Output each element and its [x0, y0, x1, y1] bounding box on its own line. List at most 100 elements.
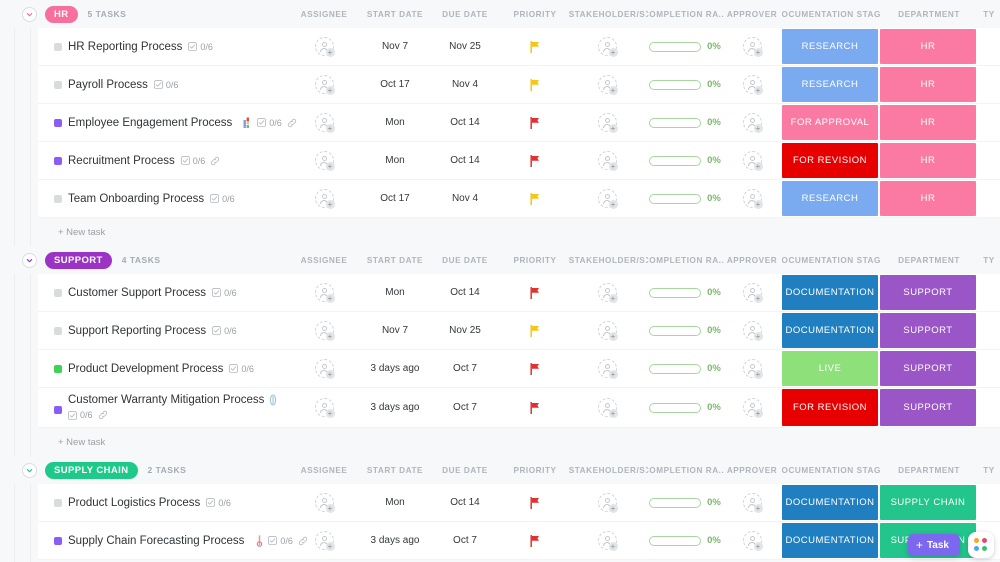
priority-flag-icon[interactable]	[529, 534, 541, 547]
avatar-add-icon[interactable]: +	[753, 200, 763, 209]
progress-bar[interactable]	[649, 325, 702, 336]
avatar-add-icon[interactable]: +	[608, 332, 618, 341]
approver-avatar[interactable]: +	[742, 398, 763, 418]
column-header-stakeholders[interactable]: STAKEHOLDER/S	[568, 246, 646, 274]
progress-bar[interactable]	[649, 41, 702, 52]
column-header-department[interactable]: DEPARTMENT	[880, 456, 978, 484]
progress-bar[interactable]	[649, 155, 702, 166]
approver-avatar[interactable]: +	[742, 113, 763, 133]
assignee-cell[interactable]: +	[290, 350, 358, 387]
table-row[interactable]: Recruitment Process 0/6 + Mon Oct 14 +0% + FOR …	[38, 142, 1000, 180]
column-header-due_date[interactable]: DUE DATE	[430, 0, 500, 28]
stakeholders-cell[interactable]: +	[568, 274, 646, 311]
column-header-completion[interactable]: COMPLETION RA...	[646, 246, 724, 274]
avatar-add-icon[interactable]: +	[608, 124, 618, 133]
avatar-add-icon[interactable]: +	[325, 162, 335, 171]
approver-cell[interactable]: +	[722, 180, 782, 217]
column-header-approver[interactable]: APPROVER	[722, 0, 782, 28]
column-header-stakeholders[interactable]: STAKEHOLDER/S	[568, 0, 646, 28]
task-title[interactable]: Product Development Process	[68, 363, 223, 375]
approver-cell[interactable]: +	[722, 28, 782, 65]
column-header-type[interactable]: TY	[978, 0, 1000, 28]
stakeholders-cell[interactable]: +	[568, 180, 646, 217]
task-status-square[interactable]	[54, 42, 62, 51]
stakeholder-avatar[interactable]: +	[597, 151, 618, 171]
column-header-doc_stage[interactable]: DOCUMENTATION STAGE	[782, 456, 880, 484]
group-name-badge[interactable]: HR	[45, 5, 78, 23]
stakeholder-avatar[interactable]: +	[597, 189, 618, 209]
priority-cell[interactable]	[502, 522, 568, 559]
assignee-cell[interactable]: +	[290, 522, 358, 559]
table-row[interactable]: Payroll Process 0/6 + Oct 17 Nov 4 +0% + RESEAR…	[38, 66, 1000, 104]
task-status-square[interactable]	[54, 118, 62, 127]
priority-cell[interactable]	[502, 28, 568, 65]
due-date-cell[interactable]: Oct 7	[430, 388, 500, 427]
priority-flag-icon[interactable]	[529, 401, 541, 414]
add-task-fab[interactable]: + Task	[907, 534, 960, 556]
priority-cell[interactable]	[502, 104, 568, 141]
stakeholder-avatar[interactable]: +	[597, 37, 618, 57]
stakeholders-cell[interactable]: +	[568, 312, 646, 349]
avatar-add-icon[interactable]: +	[325, 542, 335, 551]
due-date-cell[interactable]: Oct 14	[430, 142, 500, 179]
stakeholder-avatar[interactable]: +	[597, 75, 618, 95]
completion-rate-cell[interactable]: 0%	[646, 350, 724, 387]
progress-bar[interactable]	[649, 402, 702, 413]
progress-bar[interactable]	[649, 363, 702, 374]
approver-avatar[interactable]: +	[742, 151, 763, 171]
due-date-cell[interactable]: Nov 25	[430, 28, 500, 65]
column-header-start_date[interactable]: START DATE	[360, 246, 430, 274]
avatar-add-icon[interactable]: +	[325, 86, 335, 95]
task-title[interactable]: HR Reporting Process	[68, 41, 182, 53]
avatar-add-icon[interactable]: +	[325, 409, 335, 418]
assignee-cell[interactable]: +	[290, 104, 358, 141]
avatar-add-icon[interactable]: +	[753, 294, 763, 303]
apps-grid-icon[interactable]	[968, 532, 994, 558]
assignee-avatar[interactable]: +	[314, 321, 335, 341]
progress-bar[interactable]	[649, 535, 702, 546]
avatar-add-icon[interactable]: +	[753, 332, 763, 341]
column-header-due_date[interactable]: DUE DATE	[430, 456, 500, 484]
avatar-add-icon[interactable]: +	[325, 294, 335, 303]
stakeholders-cell[interactable]: +	[568, 142, 646, 179]
assignee-avatar[interactable]: +	[314, 531, 335, 551]
priority-cell[interactable]	[502, 142, 568, 179]
avatar-add-icon[interactable]: +	[325, 200, 335, 209]
documentation-stage-cell[interactable]: DOCUMENTATION	[782, 275, 878, 310]
table-row[interactable]: Supply Chain Forecasting Process 0/6 +3 da…	[38, 522, 1000, 560]
avatar-add-icon[interactable]: +	[325, 504, 335, 513]
assignee-cell[interactable]: +	[290, 312, 358, 349]
avatar-add-icon[interactable]: +	[608, 294, 618, 303]
task-title[interactable]: Payroll Process	[68, 79, 148, 91]
documentation-stage-cell[interactable]: RESEARCH	[782, 29, 878, 64]
progress-bar[interactable]	[649, 79, 702, 90]
task-status-square[interactable]	[54, 194, 62, 203]
column-header-priority[interactable]: PRIORITY	[502, 456, 568, 484]
avatar-add-icon[interactable]: +	[608, 504, 618, 513]
assignee-cell[interactable]: +	[290, 388, 358, 427]
completion-rate-cell[interactable]: 0%	[646, 66, 724, 103]
table-row[interactable]: Customer Support Process 0/6 + Mon Oct 14 +0%…	[38, 274, 1000, 312]
avatar-add-icon[interactable]: +	[608, 409, 618, 418]
avatar-add-icon[interactable]: +	[608, 200, 618, 209]
assignee-cell[interactable]: +	[290, 66, 358, 103]
avatar-add-icon[interactable]: +	[608, 542, 618, 551]
stakeholder-avatar[interactable]: +	[597, 398, 618, 418]
column-header-assignee[interactable]: ASSIGNEE	[290, 246, 358, 274]
attachment-link-icon[interactable]	[210, 156, 220, 166]
approver-cell[interactable]: +	[722, 388, 782, 427]
priority-flag-icon[interactable]	[529, 286, 541, 299]
avatar-add-icon[interactable]: +	[753, 370, 763, 379]
task-title[interactable]: Employee Engagement Process	[68, 117, 232, 129]
avatar-add-icon[interactable]: +	[325, 332, 335, 341]
priority-cell[interactable]	[502, 312, 568, 349]
task-status-square[interactable]	[54, 406, 62, 414]
priority-flag-icon[interactable]	[529, 496, 541, 509]
documentation-stage-cell[interactable]: FOR REVISION	[782, 143, 878, 178]
approver-cell[interactable]: +	[722, 142, 782, 179]
table-row[interactable]: Support Reporting Process 0/6 + Nov 7 Nov 25…	[38, 312, 1000, 350]
stakeholders-cell[interactable]: +	[568, 388, 646, 427]
documentation-stage-cell[interactable]: RESEARCH	[782, 67, 878, 102]
start-date-cell[interactable]: 3 days ago	[360, 350, 430, 387]
progress-bar[interactable]	[649, 497, 702, 508]
